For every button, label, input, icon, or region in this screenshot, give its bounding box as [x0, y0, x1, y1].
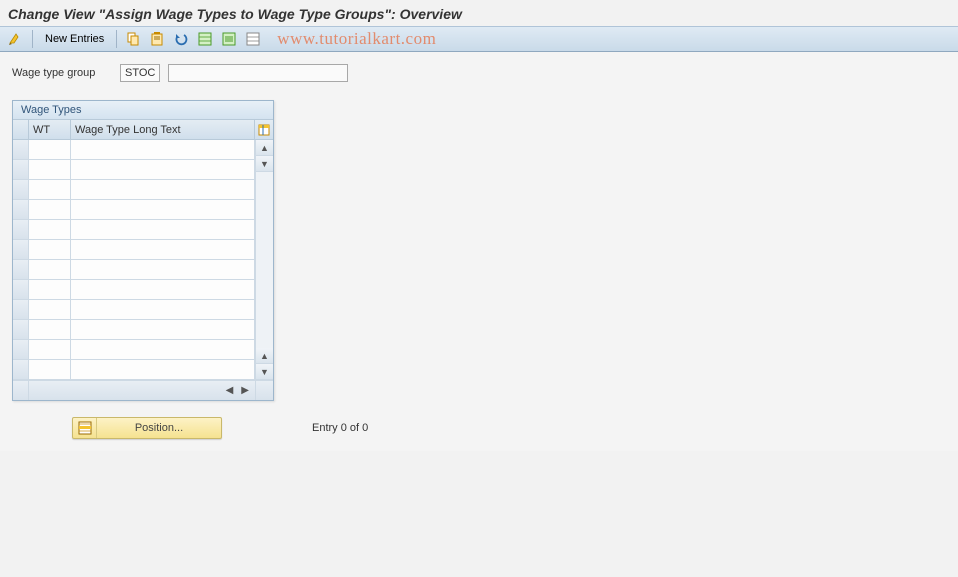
cell-long-text[interactable] — [71, 200, 255, 219]
cell-wt[interactable] — [29, 160, 71, 179]
page-title: Change View "Assign Wage Types to Wage T… — [8, 6, 950, 22]
column-long-text[interactable]: Wage Type Long Text — [71, 120, 255, 139]
scroll-down-icon[interactable]: ▼ — [256, 156, 273, 172]
new-entries-button[interactable]: New Entries — [39, 31, 110, 47]
select-all-icon[interactable] — [195, 29, 215, 49]
row-selector[interactable] — [13, 220, 29, 239]
table-title: Wage Types — [13, 101, 273, 120]
row-selector[interactable] — [13, 280, 29, 299]
application-toolbar: New Entries — [0, 26, 958, 52]
row-selector[interactable] — [13, 200, 29, 219]
cell-wt[interactable] — [29, 360, 71, 379]
row-selector[interactable] — [13, 300, 29, 319]
cell-wt[interactable] — [29, 140, 71, 159]
table-row — [13, 220, 255, 240]
cell-wt[interactable] — [29, 320, 71, 339]
watermark-text: www.tutorialkart.com — [277, 29, 436, 49]
cell-long-text[interactable] — [71, 240, 255, 259]
wage-type-group-row: Wage type group — [12, 64, 946, 82]
table-row — [13, 280, 255, 300]
cell-wt[interactable] — [29, 200, 71, 219]
table-row — [13, 140, 255, 160]
horizontal-scrollbar[interactable]: ◀ ▶ — [29, 381, 255, 400]
cell-wt[interactable] — [29, 220, 71, 239]
wage-type-group-desc-input[interactable] — [168, 64, 348, 82]
cell-wt[interactable] — [29, 260, 71, 279]
scroll-down2-icon[interactable]: ▼ — [256, 364, 273, 380]
undo-icon[interactable] — [171, 29, 191, 49]
title-bar: Change View "Assign Wage Types to Wage T… — [0, 0, 958, 26]
table-row — [13, 200, 255, 220]
table-row — [13, 340, 255, 360]
scroll-left-icon[interactable]: ◀ — [224, 385, 236, 396]
table-header: WT Wage Type Long Text — [13, 120, 273, 140]
vertical-scrollbar[interactable]: ▲ ▼ ▲ ▼ — [255, 140, 273, 380]
wage-type-group-label: Wage type group — [12, 67, 112, 79]
copy-icon[interactable] — [123, 29, 143, 49]
cell-long-text[interactable] — [71, 360, 255, 379]
row-selector[interactable] — [13, 160, 29, 179]
row-selector[interactable] — [13, 140, 29, 159]
row-selector[interactable] — [13, 180, 29, 199]
scroll-right-icon[interactable]: ▶ — [239, 385, 251, 396]
select-block-icon[interactable] — [219, 29, 239, 49]
entry-count-text: Entry 0 of 0 — [312, 422, 368, 434]
cell-wt[interactable] — [29, 180, 71, 199]
other-view-icon[interactable] — [6, 29, 26, 49]
cell-wt[interactable] — [29, 300, 71, 319]
cell-wt[interactable] — [29, 280, 71, 299]
cell-long-text[interactable] — [71, 180, 255, 199]
wage-type-group-code-input[interactable] — [120, 64, 160, 82]
cell-long-text[interactable] — [71, 160, 255, 179]
row-selector[interactable] — [13, 360, 29, 379]
cell-long-text[interactable] — [71, 220, 255, 239]
table-row — [13, 320, 255, 340]
table-row — [13, 180, 255, 200]
table-body: ▲ ▼ ▲ ▼ — [13, 140, 273, 380]
column-selector[interactable] — [13, 120, 29, 139]
deselect-all-icon[interactable] — [243, 29, 263, 49]
table-row — [13, 160, 255, 180]
table-footer: ◀ ▶ — [13, 380, 273, 400]
content-area: Wage type group Wage Types WT Wage Type … — [0, 52, 958, 451]
toolbar-divider — [116, 30, 117, 48]
cell-long-text[interactable] — [71, 140, 255, 159]
bottom-row: Position... Entry 0 of 0 — [12, 417, 946, 439]
wage-types-table: Wage Types WT Wage Type Long Text ▲ ▼ ▲ … — [12, 100, 274, 401]
table-row — [13, 240, 255, 260]
toolbar-divider — [32, 30, 33, 48]
cell-wt[interactable] — [29, 340, 71, 359]
cell-long-text[interactable] — [71, 320, 255, 339]
table-row — [13, 300, 255, 320]
delete-icon[interactable] — [147, 29, 167, 49]
footer-selector — [13, 381, 29, 400]
scroll-up2-icon[interactable]: ▲ — [256, 348, 273, 364]
row-selector[interactable] — [13, 260, 29, 279]
position-button-label: Position... — [97, 422, 221, 434]
cell-long-text[interactable] — [71, 280, 255, 299]
table-settings-icon[interactable] — [255, 120, 273, 139]
cell-long-text[interactable] — [71, 260, 255, 279]
table-row — [13, 260, 255, 280]
footer-corner — [255, 381, 273, 400]
scroll-track[interactable] — [256, 172, 273, 348]
cell-long-text[interactable] — [71, 300, 255, 319]
scroll-up-icon[interactable]: ▲ — [256, 140, 273, 156]
cell-wt[interactable] — [29, 240, 71, 259]
row-selector[interactable] — [13, 340, 29, 359]
row-selector[interactable] — [13, 320, 29, 339]
position-button[interactable]: Position... — [72, 417, 222, 439]
cell-long-text[interactable] — [71, 340, 255, 359]
column-wt[interactable]: WT — [29, 120, 71, 139]
position-icon — [73, 418, 97, 438]
table-row — [13, 360, 255, 380]
row-selector[interactable] — [13, 240, 29, 259]
